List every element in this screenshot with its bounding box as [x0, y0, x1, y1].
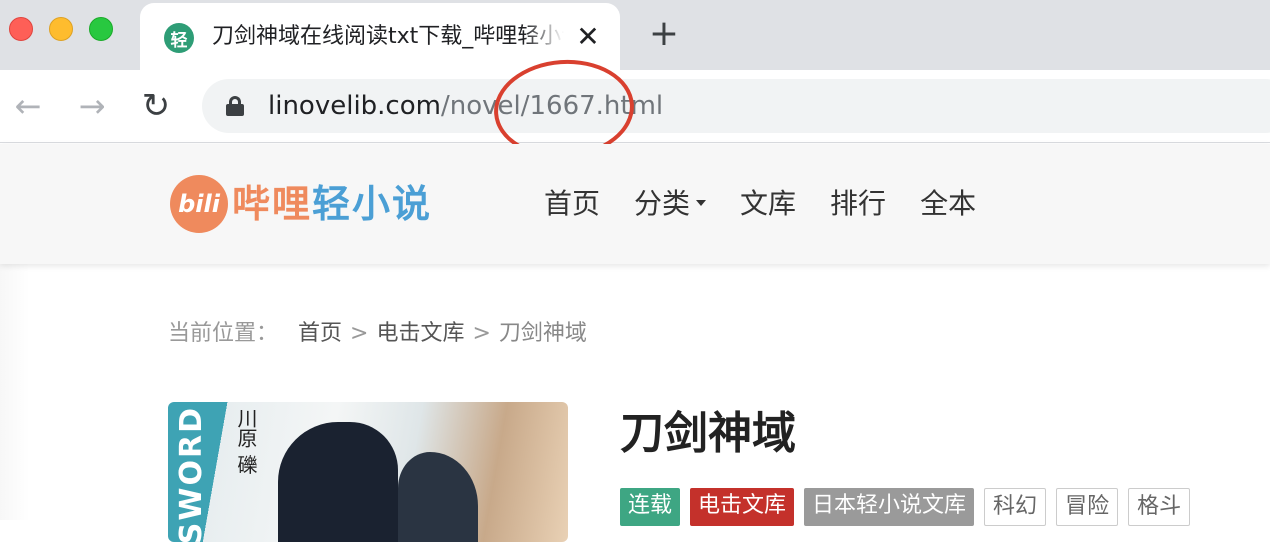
maximize-window-button[interactable]	[89, 17, 113, 41]
logo-text-part2: 轻小说	[312, 182, 433, 226]
back-arrow-icon[interactable]: ←	[8, 86, 48, 126]
tab-title: 刀剑神域在线阅读txt下载_哔哩轻小说	[212, 24, 564, 49]
site-favicon-icon: 轻	[164, 23, 194, 53]
logo-text: 哔哩轻小说	[232, 174, 432, 234]
site-header: bili 哔哩轻小说 首页 分类 文库 排行 全本	[0, 144, 1270, 264]
url-domain: linovelib.com	[268, 91, 441, 121]
breadcrumb-current: 刀剑神域	[498, 321, 587, 346]
lock-icon[interactable]	[226, 96, 244, 116]
breadcrumb-label: 当前位置：	[168, 321, 279, 346]
close-tab-icon[interactable]: ✕	[574, 23, 602, 51]
tag-status: 连载	[620, 488, 681, 526]
caret-down-icon	[696, 200, 707, 206]
main-nav: 首页 分类 文库 排行 全本	[544, 184, 976, 224]
site-logo[interactable]: bili 哔哩轻小说	[170, 174, 432, 234]
address-bar[interactable]: linovelib.com/novel/1667.html	[202, 79, 1270, 133]
tag-publisher[interactable]: 电击文库	[690, 488, 795, 526]
tab-strip: 轻 刀剑神域在线阅读txt下载_哔哩轻小说 ✕ +	[0, 0, 1270, 70]
url-path: /novel/1667.html	[440, 91, 664, 121]
new-tab-button[interactable]: +	[646, 16, 682, 52]
breadcrumb: 当前位置： 首页 > 电击文库 > 刀剑神域	[168, 318, 587, 350]
book-cover-image[interactable]: SWORD 川原 礫	[168, 402, 568, 542]
tag-category[interactable]: 日本轻小说文库	[804, 488, 975, 526]
nav-item-library[interactable]: 文库	[740, 184, 796, 224]
cover-spine-text: SWORD	[174, 406, 209, 542]
nav-item-category-label: 分类	[634, 187, 691, 220]
cover-author-text: 川原 礫	[234, 408, 258, 475]
tag-genre-adventure[interactable]: 冒险	[1056, 488, 1119, 526]
page-edge-shadow	[0, 264, 30, 520]
breadcrumb-link-dengeki[interactable]: 电击文库	[376, 321, 464, 346]
book-tags: 连载 电击文库 日本轻小说文库 科幻 冒险 格斗	[620, 488, 1191, 526]
tab-title-fade	[524, 21, 564, 53]
minimize-window-button[interactable]	[49, 17, 73, 41]
browser-tab-active[interactable]: 轻 刀剑神域在线阅读txt下载_哔哩轻小说 ✕	[140, 3, 620, 70]
breadcrumb-separator: >	[350, 321, 369, 346]
browser-toolbar: ← → ↻ linovelib.com/novel/1667.html	[0, 70, 1270, 143]
book-title: 刀剑神域	[620, 408, 796, 459]
logo-text-part1: 哔哩	[232, 182, 313, 226]
reload-icon[interactable]: ↻	[136, 86, 176, 126]
tag-genre-fighting[interactable]: 格斗	[1128, 488, 1191, 526]
nav-item-category[interactable]: 分类	[634, 184, 707, 224]
breadcrumb-link-home[interactable]: 首页	[298, 321, 342, 346]
close-window-button[interactable]	[9, 17, 33, 41]
tag-genre-scifi[interactable]: 科幻	[984, 488, 1047, 526]
nav-item-ranking[interactable]: 排行	[830, 184, 886, 224]
nav-item-home[interactable]: 首页	[544, 184, 600, 224]
url-text[interactable]: linovelib.com/novel/1667.html	[268, 89, 663, 123]
logo-badge-icon: bili	[170, 175, 228, 233]
nav-item-complete[interactable]: 全本	[920, 184, 976, 224]
breadcrumb-separator: >	[472, 321, 491, 346]
forward-arrow-icon[interactable]: →	[72, 86, 112, 126]
